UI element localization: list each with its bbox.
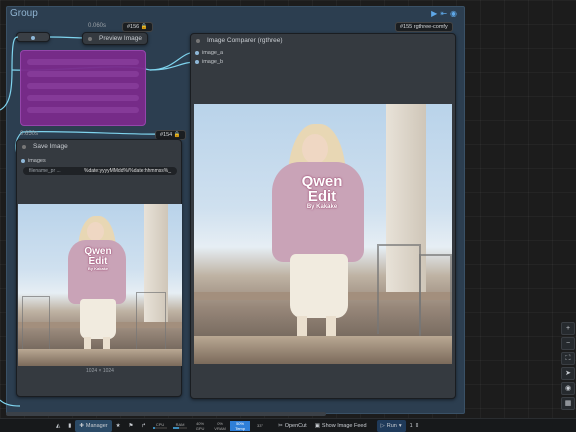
logo-icon: ◭ <box>56 422 61 429</box>
collapse-dot[interactable] <box>22 145 26 149</box>
fit-view-button[interactable]: ⛶ <box>561 352 575 365</box>
collapse-dot[interactable] <box>88 37 92 41</box>
play-icon[interactable]: ▶ <box>431 9 440 18</box>
queue-count-input[interactable]: 1 ⇕ <box>406 420 424 432</box>
saved-image[interactable]: Qwen Edit By Kakake <box>18 204 182 366</box>
chair <box>136 292 166 352</box>
save-image-node[interactable]: Save Image images filename_pr ... %date:… <box>16 139 182 397</box>
zoom-in-button[interactable]: + <box>561 322 575 335</box>
comparer-image[interactable]: Qwen Edit By Kakake <box>194 104 452 364</box>
eye-icon[interactable]: ◉ <box>450 9 460 18</box>
bypassed-row-1 <box>27 59 139 65</box>
bypassed-row-5 <box>27 107 139 113</box>
image-comparer-node[interactable]: Image Comparer (rgthree) image_a image_b… <box>190 33 456 399</box>
manager-button[interactable]: ✚ Manager <box>75 419 112 432</box>
temp-stat: 50% Temp <box>230 420 251 431</box>
preview-title: Preview Image <box>99 35 142 42</box>
input-image-a[interactable]: image_a <box>195 50 223 56</box>
shirt-text: Qwen Edit By Kakake <box>84 246 112 271</box>
chair <box>377 244 421 334</box>
shirt-text: Qwen Edit By Kakake <box>301 173 343 210</box>
opencut-button[interactable]: ✂ OpenCut <box>274 420 311 432</box>
input-dot <box>195 51 199 55</box>
cpu-stat: CPU <box>150 422 170 429</box>
temperature-stat: 33° <box>257 423 264 428</box>
flag-icon: ⚑ <box>128 422 134 429</box>
widget-label: filename_pr ... <box>29 168 61 174</box>
group-title[interactable]: Group <box>10 8 38 19</box>
flag-button[interactable]: ⚑ <box>125 420 138 432</box>
navigate-button[interactable]: ➤ <box>561 367 575 380</box>
figure-skirt <box>290 254 348 318</box>
comparer-id-badge: #155 rgthree-comfy <box>395 22 453 32</box>
zoom-out-button[interactable]: − <box>561 337 575 350</box>
input-images[interactable]: images <box>21 158 46 164</box>
preview-image-node[interactable]: Preview Image <box>82 32 148 45</box>
image-icon: ▣ <box>314 422 320 429</box>
star-button[interactable]: ★ <box>112 420 125 432</box>
figure-skirt <box>80 299 116 339</box>
bookmark-button[interactable]: ▮ <box>64 420 75 432</box>
save-time: 0.650s <box>20 131 39 137</box>
figure-face <box>302 134 328 164</box>
chair <box>22 296 50 352</box>
vram-stat: 0% VRAM <box>214 420 226 431</box>
preview-id-badge: #156 🔒 <box>122 22 153 32</box>
stepper-icon: ⇕ <box>414 422 420 429</box>
puzzle-icon: ✚ <box>79 422 84 429</box>
ram-stat: RAM <box>170 422 190 429</box>
floor <box>194 336 452 364</box>
manager-label: Manager <box>85 422 108 429</box>
collapse-dot[interactable] <box>196 39 200 43</box>
bookmark-icon: ▮ <box>68 422 72 429</box>
bypassed-row-2 <box>27 71 139 77</box>
bypassed-row-4 <box>27 95 139 101</box>
bypassed-row-3 <box>27 83 139 89</box>
show-image-feed-button[interactable]: ▣ Show Image Feed <box>311 420 371 432</box>
queue-count: 1 <box>409 422 413 429</box>
bypassed-node[interactable] <box>20 50 146 126</box>
input-dot <box>21 159 25 163</box>
share-button[interactable]: ↱ <box>137 420 150 432</box>
save-title: Save Image <box>33 143 68 150</box>
horizontal-scrollbar[interactable] <box>6 412 326 416</box>
reroute-node[interactable] <box>16 32 50 42</box>
arrow-icon[interactable]: ⇤ <box>440 9 450 18</box>
gpu-stat: 40% GPU <box>195 420 205 431</box>
share-icon: ↱ <box>141 422 147 429</box>
widget-value: %date:yyyyMMdd%/%date:hhmmss%_ <box>84 168 171 174</box>
input-image-b[interactable]: image_b <box>195 59 223 65</box>
chevron-down-icon: ▾ <box>398 422 402 429</box>
filename-prefix-widget[interactable]: filename_pr ... %date:yyyyMMdd%/%date:hh… <box>23 167 177 175</box>
star-icon: ★ <box>115 422 121 429</box>
opencut-label: OpenCut <box>284 422 307 429</box>
toggle-links-button[interactable]: ◉ <box>561 382 575 395</box>
bottom-toolbar: ◭ ▮ ✚ Manager ★ ⚑ ↱ CPU RAM 40% GPU 0% VRAM… <box>0 418 576 432</box>
run-label: Run <box>386 422 397 429</box>
minimap-button[interactable]: ▦ <box>561 397 575 410</box>
figure-face <box>87 222 104 241</box>
reroute-dot <box>31 36 35 40</box>
run-button[interactable]: ▷ Run ▾ <box>376 419 406 432</box>
play-icon: ▷ <box>380 422 385 429</box>
image-size-label: 1024 × 1024 <box>86 368 114 374</box>
comfy-logo-button[interactable]: ◭ <box>52 420 64 432</box>
preview-time: 0.060s <box>88 23 107 29</box>
feed-label: Show Image Feed <box>321 422 367 429</box>
comparer-title: Image Comparer (rgthree) <box>207 37 283 44</box>
floor <box>18 349 182 366</box>
group-icons: ▶⇤◉ <box>431 9 460 18</box>
input-dot <box>195 60 199 64</box>
scissors-icon: ✂ <box>278 422 283 429</box>
